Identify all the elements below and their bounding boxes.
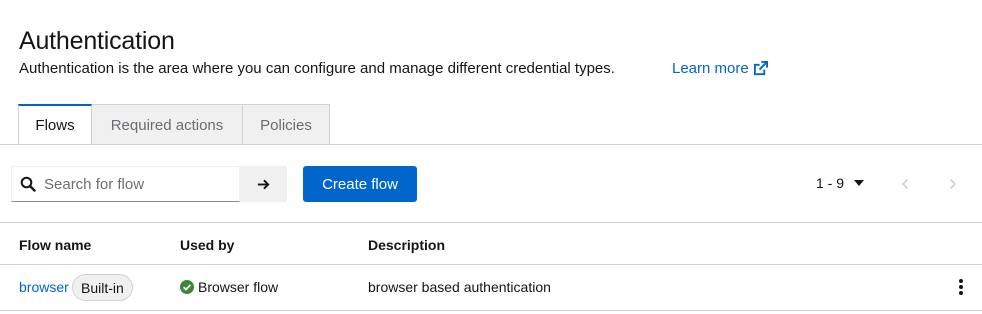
search-icon bbox=[20, 176, 36, 192]
tabs-divider bbox=[0, 144, 982, 145]
check-circle-icon bbox=[180, 280, 194, 294]
chevron-left-icon bbox=[901, 178, 909, 190]
used-by-label: Browser flow bbox=[198, 279, 279, 295]
search-box[interactable] bbox=[11, 166, 240, 202]
row-divider bbox=[0, 310, 982, 311]
description-cell: browser based authentication bbox=[368, 279, 551, 295]
chevron-right-icon bbox=[949, 178, 957, 190]
tab-required-actions[interactable]: Required actions bbox=[92, 104, 243, 145]
external-link-icon bbox=[753, 61, 768, 76]
previous-page-button[interactable] bbox=[896, 175, 914, 193]
pagination-toggle[interactable]: 1 - 9 bbox=[816, 175, 865, 191]
caret-down-icon bbox=[854, 180, 865, 186]
column-header-description[interactable]: Description bbox=[368, 237, 445, 253]
used-by-cell: Browser flow bbox=[180, 279, 278, 295]
column-header-flow-name[interactable]: Flow name bbox=[19, 237, 91, 253]
search-submit-button[interactable] bbox=[240, 166, 287, 202]
page-description: Authentication is the area where you can… bbox=[19, 60, 615, 77]
row-actions-kebab-icon[interactable] bbox=[952, 277, 970, 297]
tab-policies[interactable]: Policies bbox=[243, 104, 330, 145]
column-header-used-by[interactable]: Used by bbox=[180, 237, 234, 253]
search-input[interactable] bbox=[44, 175, 234, 193]
learn-more-label: Learn more bbox=[672, 60, 749, 77]
create-flow-button[interactable]: Create flow bbox=[303, 166, 417, 202]
pagination-range: 1 - 9 bbox=[816, 175, 845, 191]
page-title: Authentication bbox=[19, 27, 175, 55]
learn-more-link[interactable]: Learn more bbox=[672, 60, 768, 77]
tab-flows[interactable]: Flows bbox=[18, 104, 92, 145]
tab-list: Flows Required actions Policies bbox=[18, 104, 330, 145]
built-in-badge: Built-in bbox=[72, 274, 133, 301]
next-page-button[interactable] bbox=[944, 175, 962, 193]
arrow-right-icon bbox=[257, 179, 270, 189]
toolbar-divider bbox=[0, 222, 982, 223]
table-row: browser Built-in Browser flow browser ba… bbox=[0, 265, 982, 310]
flow-name-link[interactable]: browser bbox=[19, 279, 69, 295]
